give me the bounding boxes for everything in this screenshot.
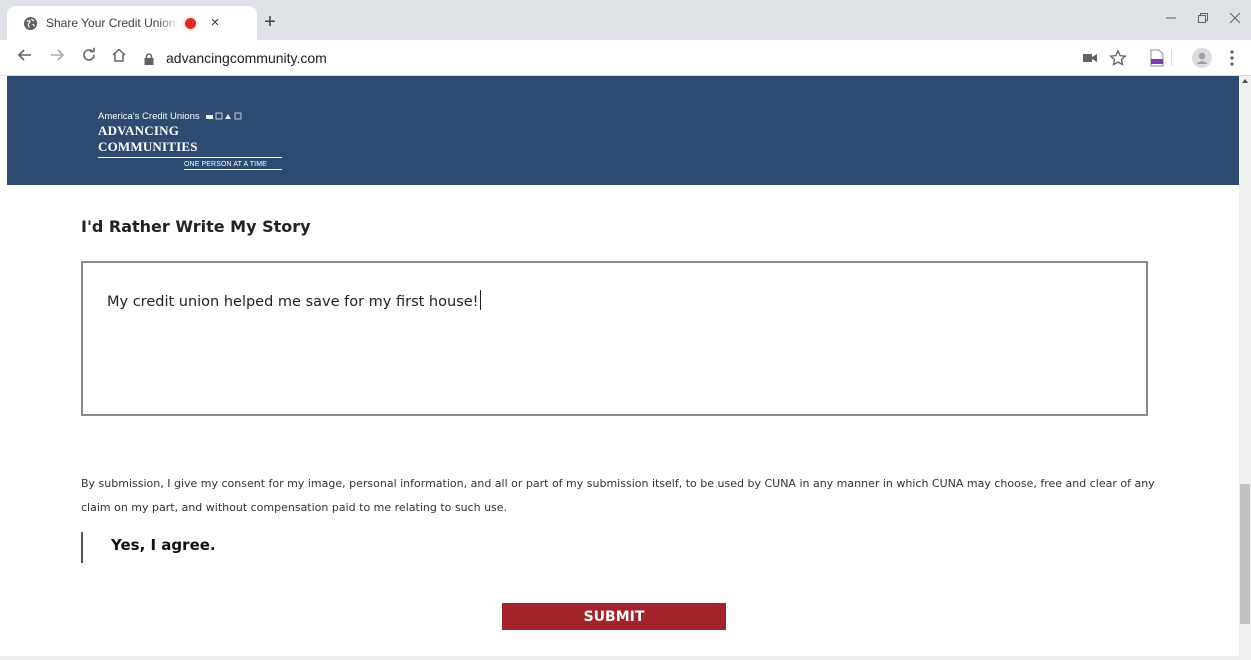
consent-text: By submission, I give my consent for my … xyxy=(81,477,1155,514)
scroll-thumb[interactable] xyxy=(1240,484,1250,624)
logo-pictograms-icon xyxy=(205,112,244,122)
new-tab-button[interactable]: + xyxy=(260,12,280,32)
url-text: advancingcommunity.com xyxy=(166,50,327,66)
globe-icon xyxy=(22,15,38,31)
page-bottom-divider xyxy=(0,656,1239,660)
toolbar-divider xyxy=(1171,50,1172,66)
star-icon[interactable] xyxy=(1108,48,1128,68)
section-title: I'd Rather Write My Story xyxy=(81,217,311,236)
scroll-up-arrow-icon[interactable] xyxy=(1242,79,1248,83)
pdf-extension-icon[interactable] xyxy=(1147,48,1167,68)
vertical-scrollbar[interactable] xyxy=(1239,76,1251,660)
browser-tab[interactable]: Share Your Credit Union Story × xyxy=(7,6,257,40)
close-tab-icon[interactable]: × xyxy=(207,15,223,31)
logo-top-line: America's Credit Unions xyxy=(98,111,298,122)
reload-icon[interactable] xyxy=(78,47,100,69)
restore-icon[interactable] xyxy=(1191,8,1215,30)
header-banner: America's Credit Unions ADVANCING COMMUN… xyxy=(7,76,1239,185)
agree-label: Yes, I agree. xyxy=(111,536,216,554)
camera-icon[interactable] xyxy=(1080,48,1100,68)
logo-line-2: ADVANCING COMMUNITIES xyxy=(98,123,282,158)
browser-toolbar: advancingcommunity.com xyxy=(0,40,1251,76)
page-viewport: America's Credit Unions ADVANCING COMMUN… xyxy=(0,76,1239,660)
back-arrow-icon[interactable] xyxy=(14,47,36,69)
profile-avatar-icon[interactable] xyxy=(1192,48,1212,68)
story-text: My credit union helped me save for my fi… xyxy=(107,294,479,310)
tab-strip: Share Your Credit Union Story × + xyxy=(0,0,1251,40)
close-window-icon[interactable] xyxy=(1223,8,1247,30)
tab-title: Share Your Credit Union Story xyxy=(46,16,181,30)
logo-line-1: America's Credit Unions xyxy=(98,111,200,122)
agree-option[interactable]: Yes, I agree. xyxy=(81,532,216,563)
recording-indicator-icon xyxy=(185,17,196,29)
story-textarea[interactable]: My credit union helped me save for my fi… xyxy=(81,261,1148,416)
submit-button[interactable]: SUBMIT xyxy=(502,603,726,630)
site-logo[interactable]: America's Credit Unions ADVANCING COMMUN… xyxy=(98,111,298,170)
lock-icon xyxy=(144,52,154,65)
address-bar[interactable]: advancingcommunity.com xyxy=(138,45,1098,71)
kebab-menu-icon[interactable] xyxy=(1222,48,1242,68)
logo-line-3: ONE PERSON AT A TIME xyxy=(184,161,282,170)
home-icon[interactable] xyxy=(108,47,130,69)
minimize-icon[interactable] xyxy=(1159,8,1183,30)
forward-arrow-icon[interactable] xyxy=(46,47,68,69)
text-caret xyxy=(480,290,482,310)
